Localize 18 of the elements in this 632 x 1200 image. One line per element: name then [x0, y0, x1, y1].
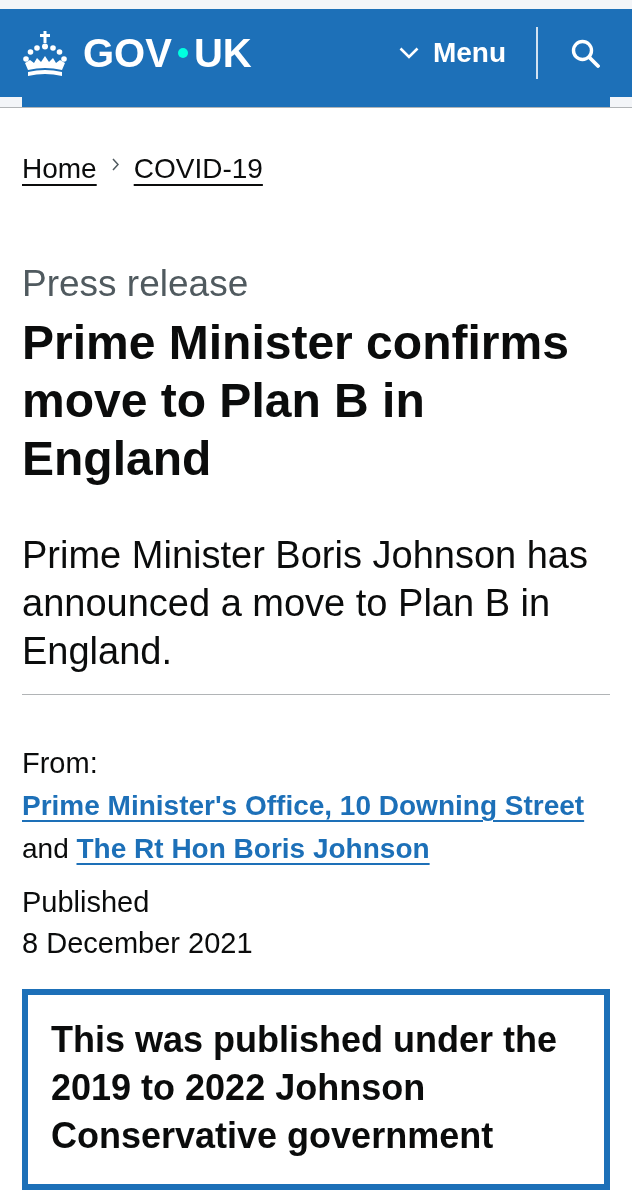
lead-paragraph: Prime Minister Boris Johnson has announced a move to Plan B in England.: [22, 533, 589, 674]
breadcrumb-link[interactable]: COVID-19: [133, 151, 263, 187]
breadcrumb-link[interactable]: Home: [22, 151, 97, 187]
document-type-caption: Press release: [22, 262, 250, 306]
published-label: Published: [22, 885, 151, 920]
page-title: Prime Minister confirms move to Plan B in England: [22, 315, 570, 487]
search-button[interactable]: [570, 38, 600, 68]
published-date: 8 December 2021: [22, 926, 254, 961]
chevron-right-icon: [111, 157, 119, 171]
from-label: From:: [22, 746, 99, 781]
search-icon: [570, 38, 600, 68]
site-logo-link[interactable]: GOV UK: [22, 30, 252, 76]
history-notice-text: This was published under the 2019 to 2022 Johnson Conservative government: [51, 1018, 559, 1158]
organisation-link[interactable]: Prime Minister's Office, 10 Downing Street: [22, 790, 585, 821]
organisation-link[interactable]: The Rt Hon Boris Johnson: [76, 833, 430, 864]
menu-button[interactable]: Menu: [398, 27, 536, 79]
crown-icon: [22, 30, 68, 76]
from-organisations-text: Prime Minister's Office, 10 Downing Street and The Rt Hon Boris Johnson: [22, 789, 586, 866]
